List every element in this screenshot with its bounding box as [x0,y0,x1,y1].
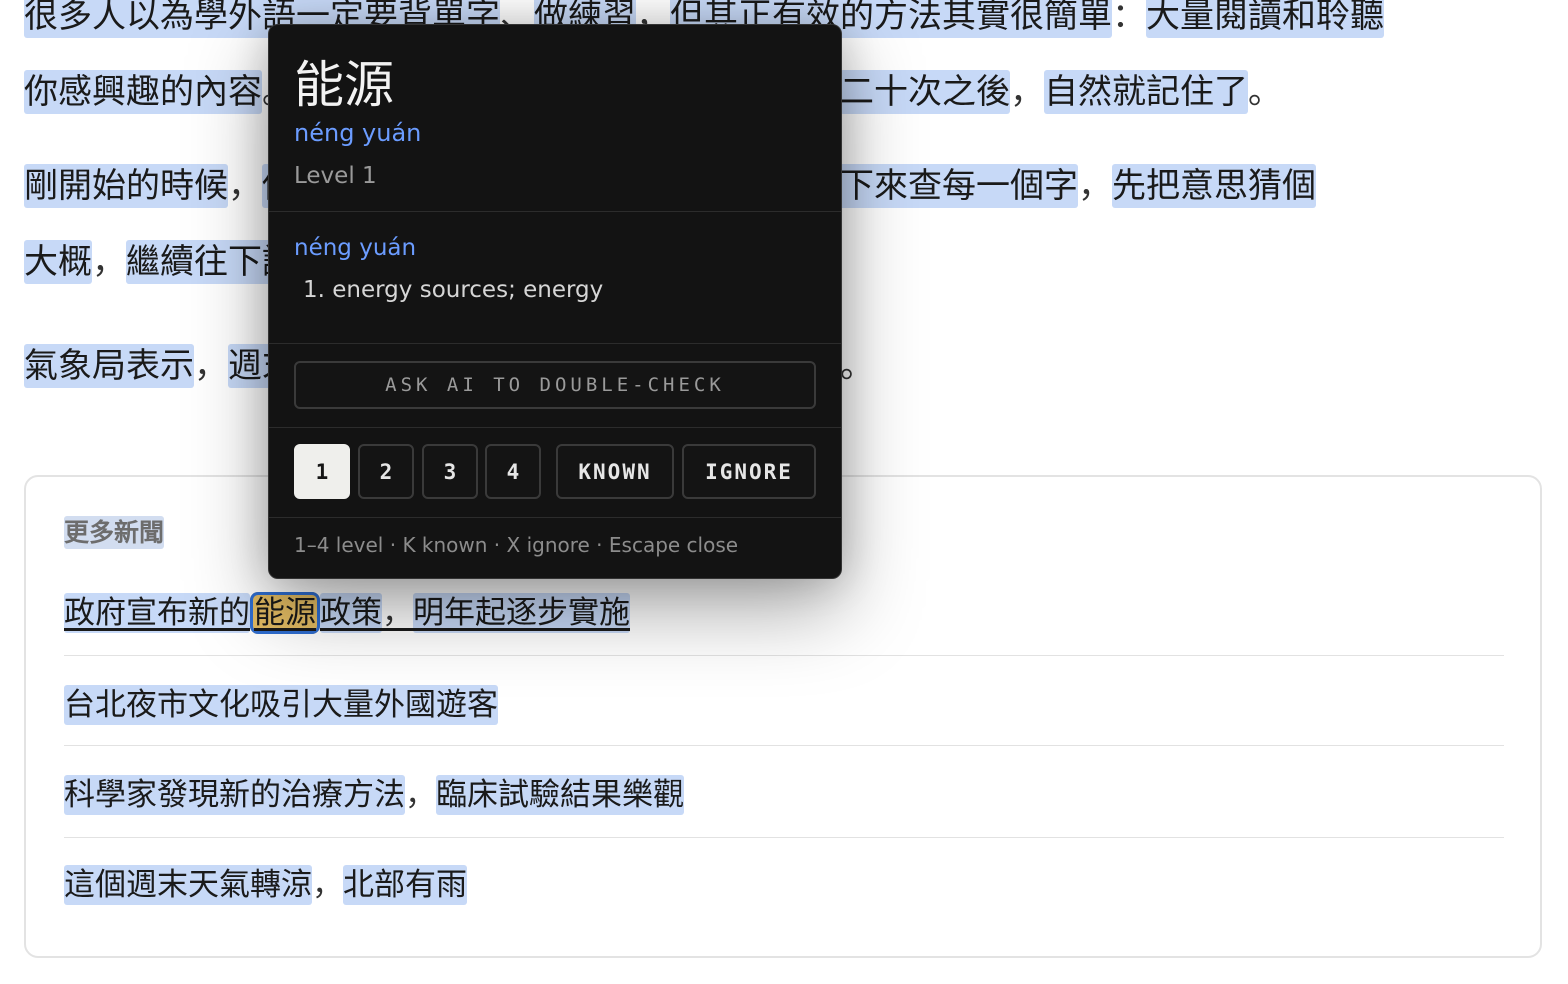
news-link[interactable]: 台北夜市文化吸引大量外國遊客 [64,679,1504,725]
punctuation: 。 [840,346,874,386]
known-button[interactable]: KNOWN [556,444,674,499]
word-chunk[interactable]: 氣象局表示 [24,344,194,388]
word-chunk[interactable]: 政府宣布新的 [64,593,250,633]
punctuation: ， [92,242,126,282]
word-chunk[interactable]: 這個週末天氣轉涼 [64,865,312,905]
popup-pinyin: néng yuán [294,119,422,147]
punctuation: ， [228,166,262,206]
divider [269,343,841,344]
ask-ai-button[interactable]: ASK AI TO DOUBLE-CHECK [294,361,816,409]
punctuation: ， [1078,166,1112,206]
word-chunk[interactable]: 科學家發現新的治療方法 [64,775,405,815]
punctuation: ， [194,346,228,386]
level-3-button[interactable]: 3 [422,444,478,499]
divider [64,655,1504,656]
word-chunk[interactable]: 你感興趣的內容 [24,70,262,114]
divider [269,517,841,518]
punctuation: ， [382,595,413,631]
punctuation: 。 [1248,72,1282,112]
level-1-button[interactable]: 1 [294,444,350,499]
word-chunk[interactable]: 台北夜市文化吸引大量外國遊客 [64,685,498,725]
news-link[interactable]: 科學家發現新的治療方法，臨床試驗結果樂觀 [64,769,1504,815]
word-chunk[interactable]: 臨床試驗結果樂觀 [436,775,684,815]
word-chunk[interactable]: 先把意思猜個 [1112,164,1316,208]
ignore-button[interactable]: IGNORE [682,444,816,499]
level-2-button[interactable]: 2 [358,444,414,499]
word-chunk[interactable]: 剛開始的時候 [24,164,228,208]
punctuation: ： [1112,0,1146,36]
word-chunk[interactable]: 明年起逐步實施 [413,593,630,633]
news-link[interactable]: 這個週末天氣轉涼，北部有雨 [64,859,1504,905]
punctuation: ， [1010,72,1044,112]
punctuation: ， [312,867,343,903]
popup-headword: 能源 [294,56,394,114]
divider [64,745,1504,746]
definition-pinyin: néng yuán [294,235,417,261]
divider [269,211,841,212]
news-link[interactable]: 政府宣布新的 能源 政策，明年起逐步實施 [64,587,1504,634]
punctuation: ， [405,777,436,813]
word-chunk[interactable]: 大概 [24,240,92,284]
word-chunk[interactable]: 北部有雨 [343,865,467,905]
word-chunk[interactable]: 大量閱讀和聆聽 [1146,0,1384,38]
selected-word[interactable]: 能源 [250,592,320,634]
word-chunk[interactable]: 自然就記住了 [1044,70,1248,114]
definition-text: 1. energy sources; energy [303,277,604,303]
word-chunk[interactable]: 政策 [320,593,382,633]
more-news-heading: 更多新聞 [64,516,165,549]
divider [64,837,1504,838]
level-4-button[interactable]: 4 [485,444,541,499]
popup-level: Level 1 [294,163,377,189]
word-chunk[interactable]: 二十次之後 [840,70,1010,114]
keyboard-shortcuts-hint: 1–4 level · K known · X ignore · Escape … [294,533,739,557]
divider [269,427,841,428]
word-lookup-popup: 能源 néng yuán Level 1 néng yuán 1. energy… [268,24,842,579]
